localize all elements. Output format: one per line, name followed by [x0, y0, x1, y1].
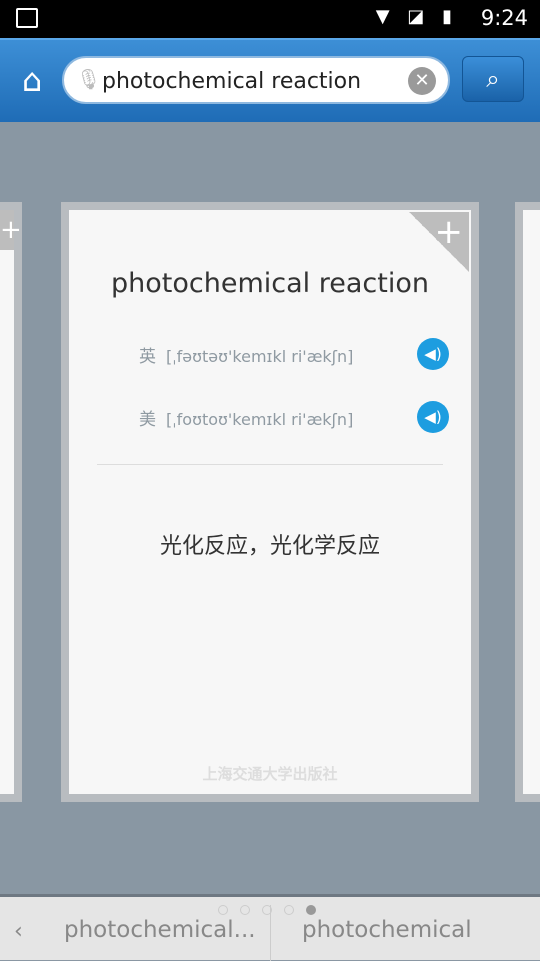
uk-label: 英 — [139, 347, 156, 367]
us-phonetic: [ˌfoʊtoʊ'kemɪkl ri'ækʃn] — [166, 410, 354, 429]
image-notification-icon — [16, 8, 38, 28]
search-box: 🎙 ✕ — [62, 56, 450, 104]
headword: photochemical reaction — [111, 268, 429, 299]
uk-pronunciation: 英 [ˌfəʊtəʊ'kemɪkl ri'ækʃn] — [139, 342, 353, 367]
search-button[interactable]: ⌕ — [462, 56, 524, 102]
home-icon[interactable]: ⌂ — [12, 60, 52, 100]
page-dot-active — [306, 905, 316, 915]
uk-phonetic: [ˌfəʊtəʊ'kemɪkl ri'ækʃn] — [166, 347, 354, 366]
publisher-watermark: 上海交通大学出版社 — [202, 765, 338, 783]
page-dot — [262, 905, 272, 915]
add-icon[interactable]: + — [0, 210, 22, 250]
definition: 光化反应，光化学反应 — [159, 534, 380, 559]
search-icon: ⌕ — [486, 65, 500, 93]
page-dot — [284, 905, 294, 915]
us-label: 美 — [139, 410, 156, 430]
history-item[interactable]: photochemical... — [64, 917, 256, 943]
add-to-wordbook-icon[interactable]: + — [409, 212, 469, 272]
status-bar: ▼ ◪ ▮ 9:24 — [0, 0, 540, 38]
clear-icon[interactable]: ✕ — [408, 67, 436, 95]
clock: 9:24 — [480, 6, 528, 30]
previous-card[interactable]: + — [0, 202, 22, 802]
speaker-icon[interactable]: ◀) — [417, 401, 449, 433]
history-bar: ‹ photochemical... photochemical — [0, 894, 540, 961]
page-dot — [240, 905, 250, 915]
speaker-icon[interactable]: ◀) — [417, 338, 449, 370]
chevron-left-icon[interactable]: ‹ — [14, 919, 23, 944]
microphone-icon[interactable]: 🎙 — [76, 67, 101, 95]
page-indicator — [218, 905, 316, 915]
next-card[interactable] — [515, 202, 540, 802]
page-dot — [218, 905, 228, 915]
status-icons: ▼ ◪ ▮ — [375, 6, 458, 27]
history-item[interactable]: photochemical — [302, 917, 472, 943]
top-bar: ⌂ 🎙 ✕ ⌕ — [0, 38, 540, 122]
search-input[interactable] — [102, 66, 402, 96]
divider — [97, 464, 443, 465]
us-pronunciation: 美 [ˌfoʊtoʊ'kemɪkl ri'ækʃn] — [139, 405, 353, 430]
word-card: + photochemical reaction 英 [ˌfəʊtəʊ'kemɪk… — [61, 202, 479, 802]
